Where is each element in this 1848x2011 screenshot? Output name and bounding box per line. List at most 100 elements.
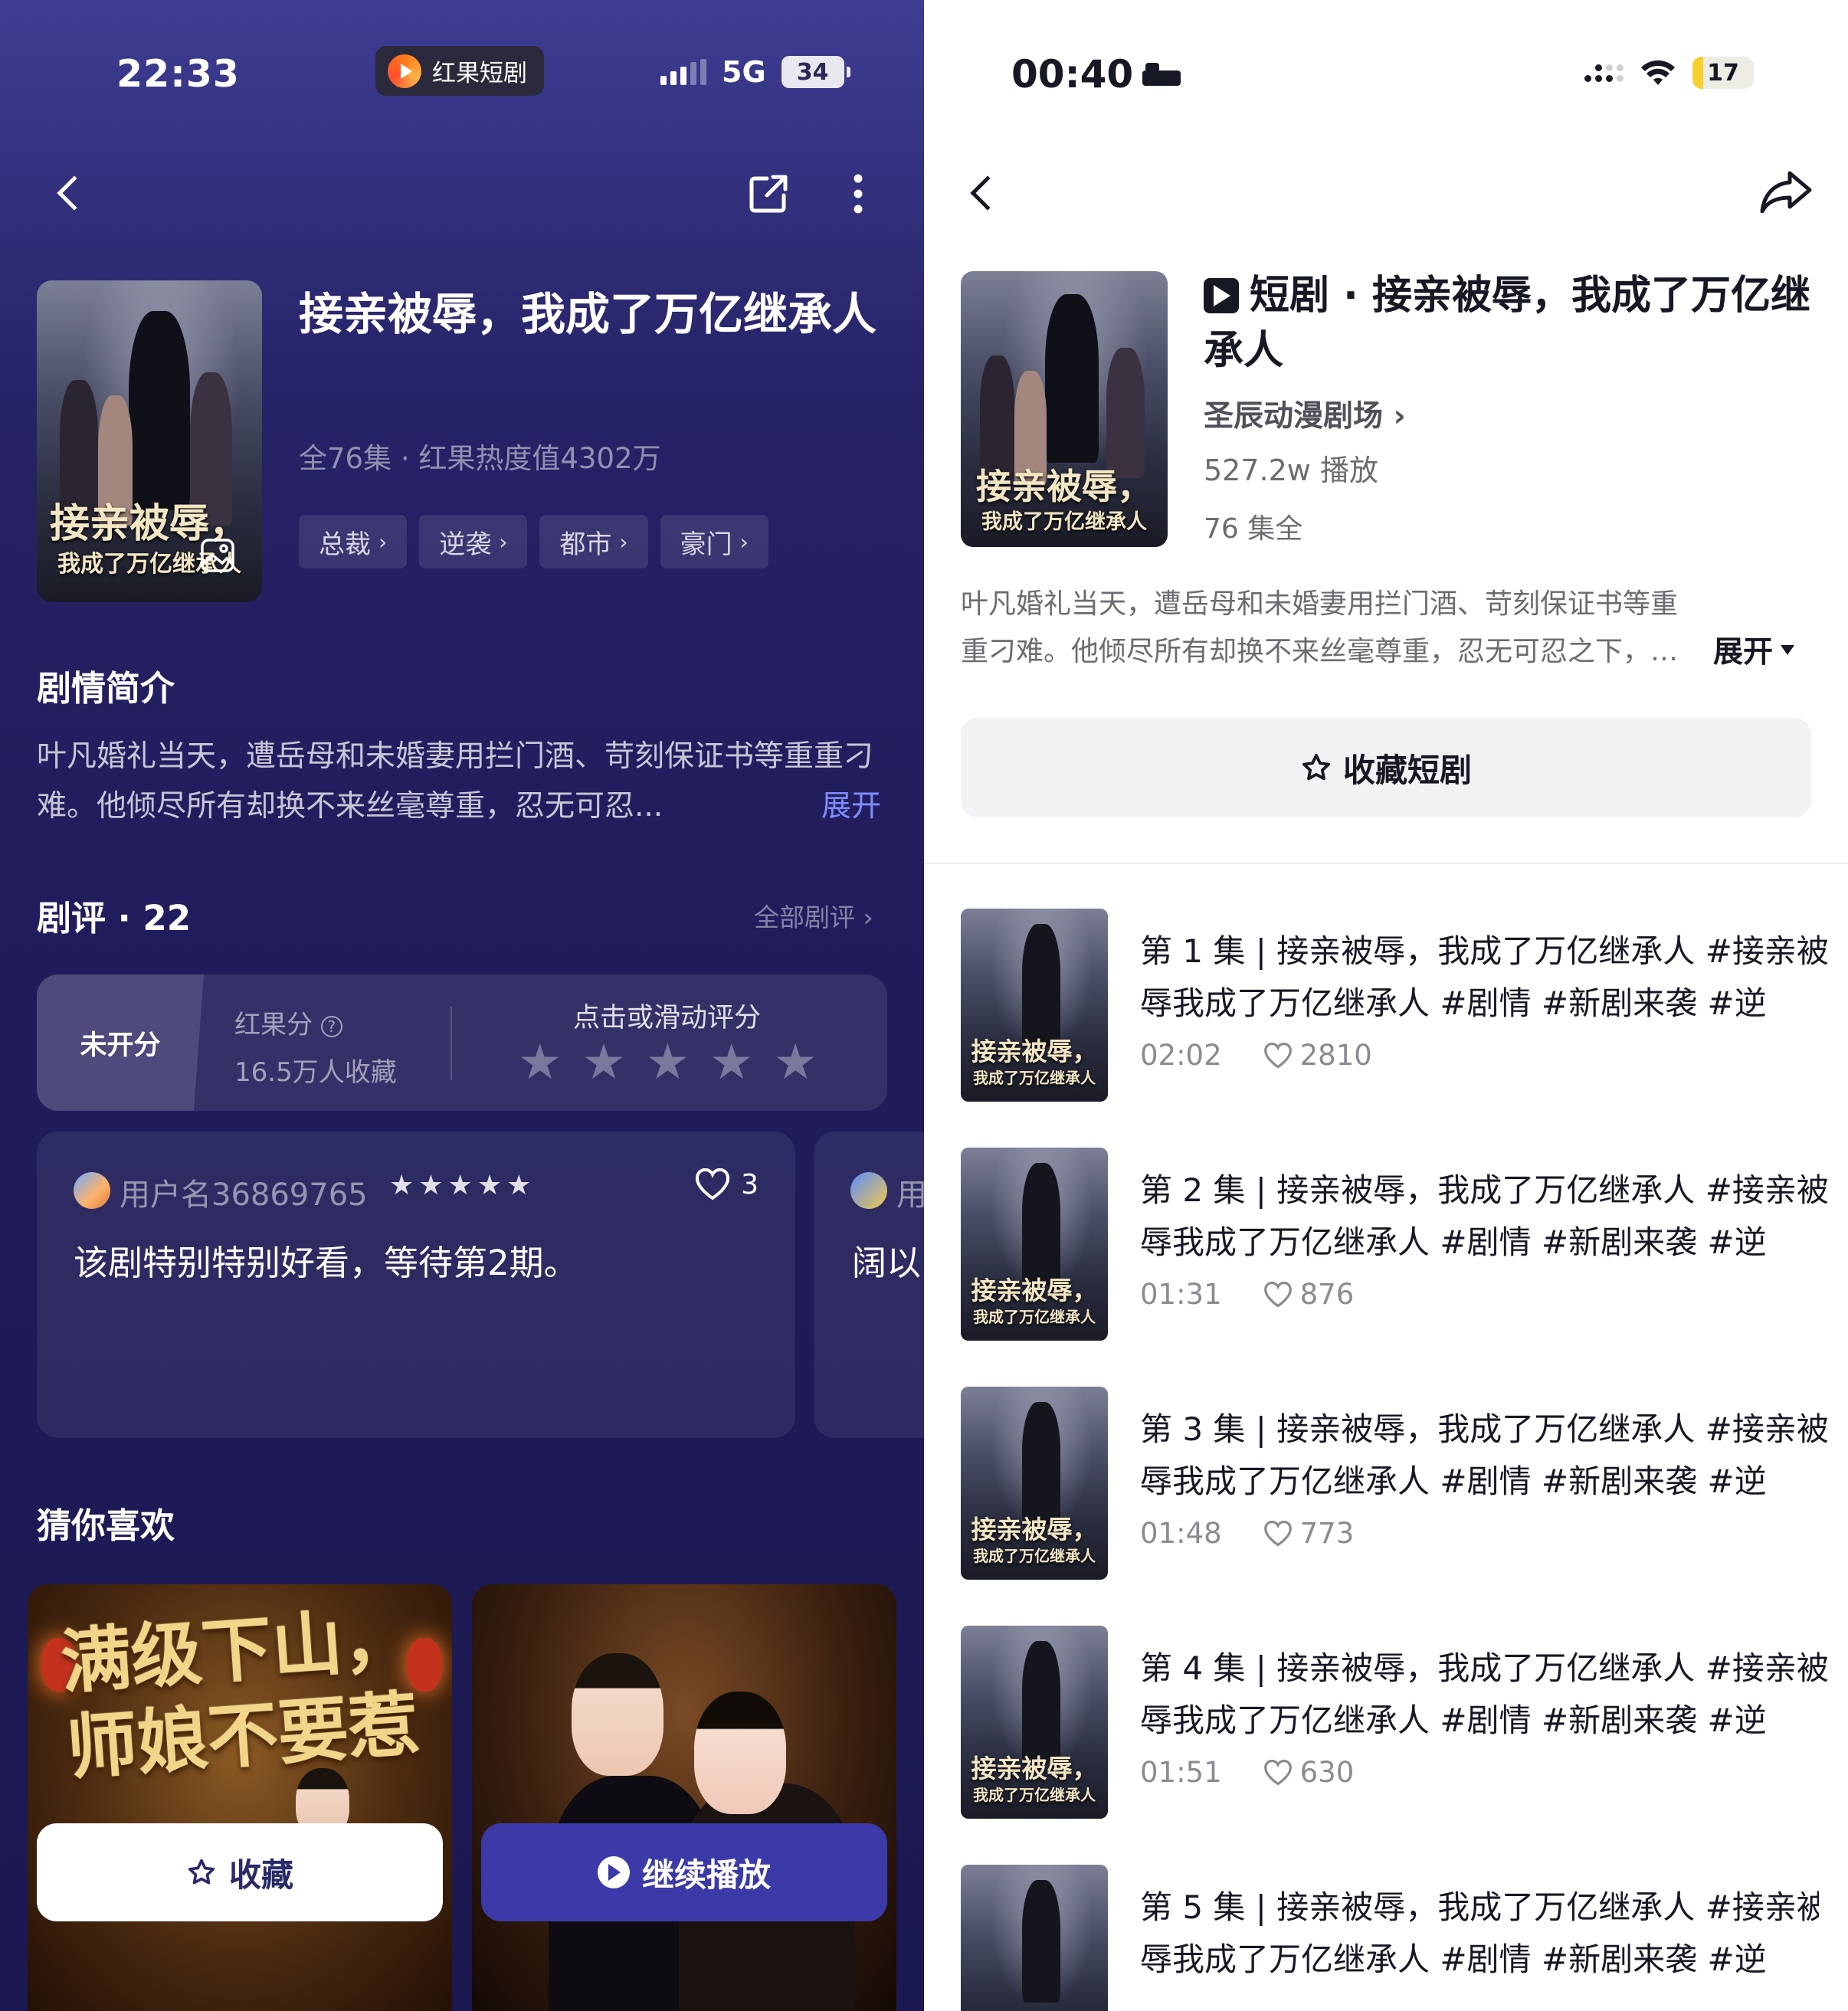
star-icon[interactable]: ★ — [646, 1036, 690, 1089]
all-reviews-link[interactable]: 全部剧评 › — [754, 897, 873, 934]
synopsis-expand-button[interactable]: 展开 — [1713, 628, 1795, 671]
back-button[interactable] — [959, 170, 1005, 216]
episode-duration: 01:48 — [1140, 1517, 1222, 1550]
tag-chip[interactable]: 豪门 › — [660, 515, 768, 568]
review-text: 阔以 — [852, 1243, 922, 1283]
status-time-text: 00:40 — [1011, 52, 1134, 97]
review-card[interactable]: 用户名36869765 ★★★★★ 3 该剧特别特别好看，等待第2期。 — [37, 1132, 795, 1438]
like-count: 630 — [1299, 1756, 1355, 1789]
star-icon[interactable]: ★ — [709, 1036, 753, 1089]
star-outline-icon — [188, 1859, 215, 1885]
review-username: 用 — [896, 1177, 924, 1213]
heart-icon — [1263, 1281, 1292, 1308]
help-icon[interactable]: ? — [320, 1016, 342, 1037]
episode-title: 第 2 集 | 接亲被辱，我成了万亿继承人 #接亲被辱我成了万亿继承人 #剧情 … — [1140, 1171, 1829, 1261]
heart-icon — [1263, 1520, 1292, 1547]
review-card[interactable]: 用 阔以 — [814, 1132, 924, 1438]
signal-icon — [660, 59, 706, 85]
episode-likes: 876 — [1263, 1278, 1354, 1311]
recommend-card[interactable] — [472, 1584, 896, 2011]
chevron-right-icon: › — [739, 529, 749, 555]
episode-item[interactable]: 接亲被辱， 我成了万亿继承人 第 3 集 | 接亲被辱，我成了万亿继承人 #接亲… — [961, 1387, 1829, 1580]
app-name: 红果短剧 — [432, 60, 527, 87]
heart-icon — [1263, 1042, 1292, 1069]
studio-link[interactable]: 圣辰动漫剧场 › — [1204, 392, 1406, 435]
tag-chip[interactable]: 逆袭 › — [419, 515, 528, 568]
play-icon — [597, 1856, 630, 1888]
douyin-drama-icon — [1204, 278, 1239, 313]
episode-item[interactable]: 接亲被辱， 我成了万亿继承人 第 4 集 | 接亲被辱，我成了万亿继承人 #接亲… — [961, 1626, 1829, 1819]
review-username: 用户名36869765 — [120, 1177, 368, 1213]
more-vertical-icon — [854, 174, 863, 214]
share-arrow-icon — [1760, 171, 1812, 214]
sleep-focus-icon — [1142, 63, 1181, 86]
back-icon — [57, 175, 92, 211]
divider — [924, 863, 1848, 864]
wifi-icon — [1641, 60, 1675, 85]
synopsis-expand-link[interactable]: 展开 — [821, 782, 881, 825]
hongguo-logo-icon — [388, 54, 421, 88]
more-button[interactable] — [835, 167, 881, 221]
status-time: 00:40 — [1011, 52, 1181, 97]
continue-play-button[interactable]: 继续播放 — [481, 1823, 887, 1921]
thumb-caption-1: 接亲被辱， — [971, 1515, 1098, 1544]
like-count: 773 — [1299, 1517, 1355, 1550]
synopsis-text: 叶凡婚礼当天，遭岳母和未婚妻用拦门酒、苛刻保证书等重重刁难。他倾尽所有却换不来丝… — [37, 739, 874, 824]
rating-stars[interactable]: ★ ★ ★ ★ ★ — [518, 1036, 818, 1089]
poster-caption-line1: 接亲被辱， — [976, 466, 1152, 507]
star-outline-icon — [1302, 753, 1331, 781]
review-like-count: 3 — [741, 1168, 759, 1200]
drama-poster[interactable]: 接亲被辱， 我成了万亿继承人 — [961, 271, 1168, 547]
drama-title: 短剧 · 接亲被辱，我成了万亿继承人 — [1204, 268, 1817, 378]
review-stars: ★★★★★ — [389, 1170, 536, 1201]
share-button[interactable] — [1759, 170, 1813, 214]
drama-poster[interactable]: 接亲被辱， 我成了万亿继承人 — [37, 280, 262, 602]
recommend-card[interactable]: 满级下山， 师娘不要惹 — [28, 1584, 452, 2011]
episode-duration: 02:02 — [1140, 1039, 1222, 1072]
score-label: 红果分 ? — [234, 1004, 342, 1041]
synopsis-heading: 剧情简介 — [37, 668, 175, 709]
episode-item[interactable]: 第 5 集 | 接亲被辱，我成了万亿继承人 #接亲被辱我成了万亿继承人 #剧情 … — [961, 1865, 1819, 2011]
thumb-caption-2: 我成了万亿继承人 — [973, 1547, 1096, 1565]
caret-down-icon — [1781, 644, 1795, 655]
like-count: 2810 — [1299, 1039, 1372, 1072]
thumb-caption-1: 接亲被辱， — [971, 1037, 1098, 1066]
episode-duration: 01:51 — [1140, 1756, 1222, 1789]
thumb-caption-2: 我成了万亿继承人 — [973, 1069, 1096, 1087]
episode-item[interactable]: 接亲被辱， 我成了万亿继承人 第 1 集 | 接亲被辱，我成了万亿继承人 #接亲… — [961, 909, 1829, 1102]
episode-thumbnail — [961, 1865, 1108, 2011]
tag-label: 都市 — [559, 529, 612, 560]
heart-icon — [696, 1168, 730, 1200]
thumb-caption-2: 我成了万亿继承人 — [973, 1308, 1096, 1326]
star-icon[interactable]: ★ — [582, 1036, 625, 1089]
chevron-right-icon: › — [1393, 399, 1406, 434]
tag-chip[interactable]: 都市 › — [539, 515, 648, 568]
tag-chip[interactable]: 总裁 › — [299, 515, 408, 568]
episode-likes: 630 — [1263, 1756, 1355, 1789]
battery-icon: 17 — [1692, 57, 1754, 89]
episode-item[interactable]: 接亲被辱， 我成了万亿继承人 第 2 集 | 接亲被辱，我成了万亿继承人 #接亲… — [961, 1148, 1829, 1341]
rating-panel: 未开分 红果分 ? 16.5万人收藏 点击或滑动评分 ★ ★ ★ ★ ★ — [37, 974, 887, 1111]
status-icons: 17 — [1584, 57, 1754, 89]
drama-title: 接亲被辱，我成了万亿继承人 — [299, 288, 877, 340]
favorite-drama-button[interactable]: 收藏短剧 — [961, 718, 1811, 817]
favorite-button[interactable]: 收藏 — [37, 1823, 443, 1921]
episode-meta: 02:02 2810 — [1140, 1039, 1372, 1072]
episode-thumbnail: 接亲被辱， 我成了万亿继承人 — [961, 1626, 1108, 1819]
network-type: 5G — [722, 55, 766, 89]
thumb-caption-2: 我成了万亿继承人 — [973, 1786, 1096, 1804]
star-icon[interactable]: ★ — [518, 1036, 562, 1089]
episode-duration: 01:31 — [1140, 1278, 1222, 1311]
rating-hint: 点击或滑动评分 — [573, 1003, 762, 1033]
back-button[interactable] — [46, 170, 92, 216]
continue-play-label: 继续播放 — [641, 1855, 771, 1894]
drama-meta: 全76集 · 红果热度值4302万 — [299, 442, 661, 475]
right-app-screen: 00:40 17 接亲被辱， 我成了万亿继承人 短剧 · 接亲被辱，我成了万亿继… — [924, 0, 1848, 2011]
signal-icon — [1584, 64, 1624, 82]
recommend-title: 满级下山， 师娘不要惹 — [28, 1593, 452, 1793]
review-text: 该剧特别特别好看，等待第2期。 — [74, 1243, 578, 1283]
star-icon[interactable]: ★ — [774, 1036, 818, 1089]
synopsis-text: 叶凡婚礼当天，遭岳母和未婚妻用拦门酒、苛刻保证书等重重刁难。他倾尽所有却换不来丝… — [961, 588, 1679, 667]
review-like-button[interactable]: 3 — [695, 1168, 759, 1200]
share-button[interactable] — [742, 167, 795, 221]
